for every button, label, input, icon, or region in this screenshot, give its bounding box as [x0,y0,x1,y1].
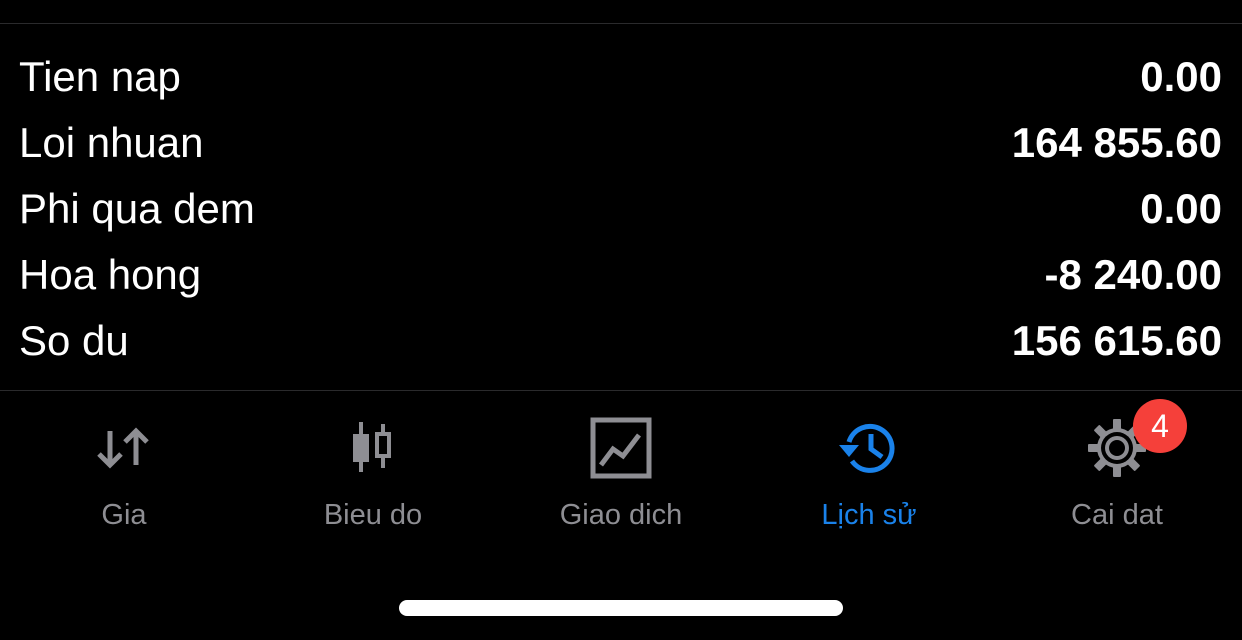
commission-label: Hoa hong [19,251,202,298]
tab-chart-label: Bieu do [323,499,423,531]
home-indicator [399,600,843,616]
balance-label: So du [19,317,129,364]
tab-quotes[interactable]: Gia [0,391,248,561]
summary-row-commission: Hoa hong -8 240.00 [0,242,1242,308]
summary-row-deposit: Tien nap 0.00 [0,44,1242,110]
tab-history-label: Lịch sử [821,499,917,531]
account-summary: Tien nap 0.00 Loi nhuan 164 855.60 Phi q… [0,44,1242,374]
tab-quotes-label: Gia [101,499,147,531]
swap-label: Phi qua dem [19,185,255,232]
history-clock-icon [836,415,902,481]
balance-value: 156 615.60 [1011,317,1222,364]
candlestick-chart-icon [340,415,406,481]
settings-notification-badge: 4 [1133,399,1187,453]
top-divider [0,23,1242,24]
tab-trade-label: Giao dich [559,499,683,531]
deposit-label: Tien nap [19,53,181,100]
tab-trade[interactable]: Giao dich [497,391,745,561]
swap-value: 0.00 [1140,185,1222,232]
summary-row-profit: Loi nhuan 164 855.60 [0,110,1242,176]
tab-chart[interactable]: Bieu do [249,391,497,561]
summary-row-swap: Phi qua dem 0.00 [0,176,1242,242]
summary-row-balance: So du 156 615.60 [0,308,1242,374]
tab-bar: Gia Bieu do Giao dich Lịch sử 4 Cai dat [0,391,1242,561]
deposit-value: 0.00 [1140,53,1222,100]
trade-chart-icon [588,415,654,481]
tab-history[interactable]: Lịch sử [745,391,993,561]
tab-settings-label: Cai dat [1071,499,1163,531]
commission-value: -8 240.00 [1044,251,1222,298]
tab-settings[interactable]: 4 Cai dat [993,391,1241,561]
quotes-arrows-icon [91,415,157,481]
profit-value: 164 855.60 [1011,119,1222,166]
profit-label: Loi nhuan [19,119,204,166]
